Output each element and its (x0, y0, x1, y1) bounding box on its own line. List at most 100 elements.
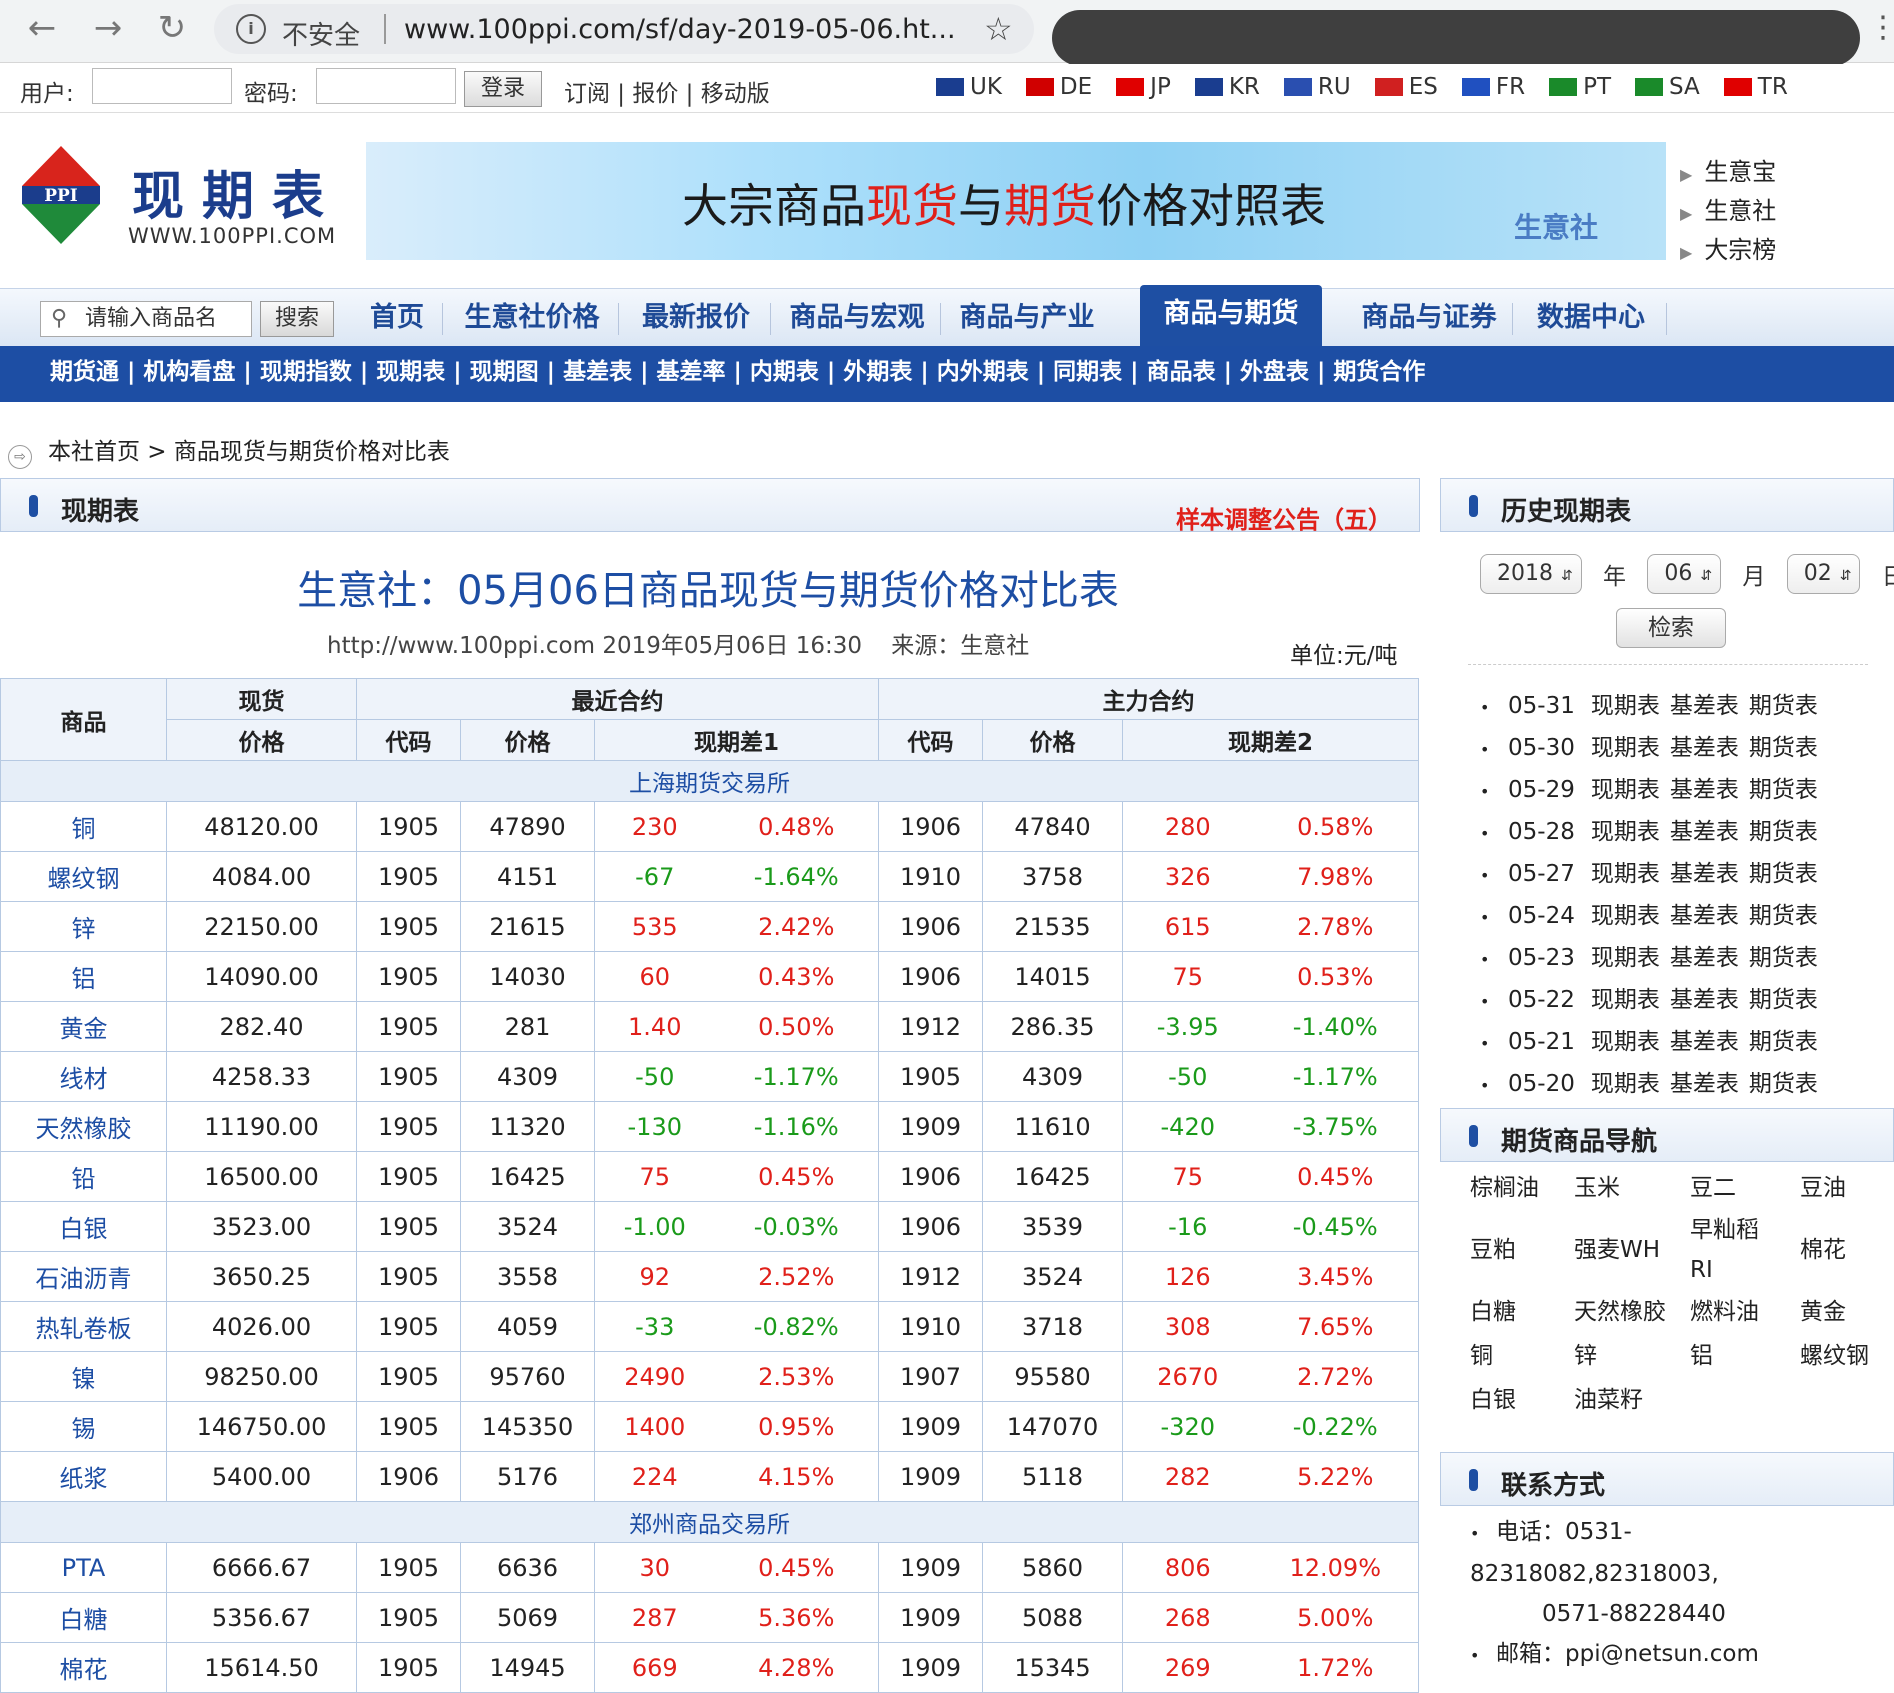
side-link[interactable]: ▶ 大宗榜 (1680, 232, 1776, 271)
email-link[interactable]: ppi@netsun.com (1565, 1641, 1759, 1667)
commodity-name[interactable]: 白糖 (0, 1592, 167, 1643)
history-link-basis[interactable]: 基差表 (1670, 777, 1739, 803)
history-link-futures[interactable]: 期货表 (1749, 777, 1818, 803)
search-button[interactable]: 搜索 (260, 301, 334, 337)
logo-title[interactable]: 现期表 (132, 154, 342, 229)
bookmark-star-icon[interactable]: ☆ (984, 10, 1013, 48)
history-link-futures[interactable]: 期货表 (1749, 1029, 1818, 1055)
flag-jp[interactable]: JP (1116, 74, 1171, 100)
flag-sa[interactable]: SA (1635, 74, 1700, 100)
history-link-basis[interactable]: 基差表 (1670, 903, 1739, 929)
month-select[interactable]: 06 ⇵ (1647, 554, 1722, 594)
history-link-spot[interactable]: 现期表 (1591, 903, 1660, 929)
history-link-spot[interactable]: 现期表 (1591, 819, 1660, 845)
notice-link[interactable]: 样本调整公告（五） (1176, 500, 1392, 535)
futures-nav-item[interactable]: 强麦WH (1574, 1230, 1684, 1270)
back-arrow-icon[interactable]: ← (20, 6, 64, 50)
url-text[interactable]: www.100ppi.com/sf/day-2019-05-06.ht... (404, 14, 956, 45)
history-link-basis[interactable]: 基差表 (1670, 861, 1739, 887)
history-link-basis[interactable]: 基差表 (1670, 1071, 1739, 1097)
futures-nav-item[interactable]: 白糖 (1470, 1292, 1570, 1332)
sub-nav-links[interactable]: 期货通 | 机构看盘 | 现期指数 | 现期表 | 现期图 | 基差表 | 基差… (50, 346, 1425, 398)
commodity-name[interactable]: 锌 (0, 901, 167, 952)
history-link-futures[interactable]: 期货表 (1749, 735, 1818, 761)
commodity-name[interactable]: 锡 (0, 1401, 167, 1452)
history-link-basis[interactable]: 基差表 (1670, 735, 1739, 761)
side-link[interactable]: ▶ 生意宝 (1680, 154, 1776, 193)
flag-fr[interactable]: FR (1461, 74, 1525, 100)
flag-kr[interactable]: KR (1194, 74, 1260, 100)
history-link-spot[interactable]: 现期表 (1591, 861, 1660, 887)
commodity-name[interactable]: 石油沥青 (0, 1251, 167, 1302)
history-link-futures[interactable]: 期货表 (1749, 693, 1818, 719)
commodity-name[interactable]: 棉花 (0, 1642, 167, 1693)
address-bar[interactable]: i 不安全 www.100ppi.com/sf/day-2019-05-06.h… (214, 4, 1034, 54)
commodity-name[interactable]: 铜 (0, 801, 167, 852)
futures-nav-item[interactable]: 黄金 (1800, 1292, 1894, 1332)
history-link-futures[interactable]: 期货表 (1749, 1071, 1818, 1097)
futures-nav-item[interactable]: 棕榈油 (1470, 1168, 1570, 1208)
futures-nav-item[interactable]: 锌 (1574, 1336, 1684, 1376)
breadcrumb-text[interactable]: 本社首页 > 商品现货与期货价格对比表 (48, 439, 450, 465)
futures-nav-item[interactable]: 棉花 (1800, 1230, 1894, 1270)
reload-icon[interactable]: ↻ (150, 6, 194, 50)
nav-item-macro[interactable]: 商品与宏观 (774, 289, 940, 347)
forward-arrow-icon[interactable]: → (86, 6, 130, 50)
nav-item-data[interactable]: 数据中心 (1516, 289, 1666, 347)
commodity-name[interactable]: 天然橡胶 (0, 1101, 167, 1152)
nav-item-latest[interactable]: 最新报价 (622, 289, 770, 347)
info-icon[interactable]: i (236, 14, 266, 44)
history-link-futures[interactable]: 期货表 (1749, 903, 1818, 929)
nav-item-securities[interactable]: 商品与证券 (1346, 289, 1512, 347)
commodity-name[interactable]: 白银 (0, 1201, 167, 1252)
futures-nav-item[interactable]: 铜 (1470, 1336, 1570, 1376)
nav-item-industry[interactable]: 商品与产业 (944, 289, 1110, 347)
login-button[interactable]: 登录 (464, 71, 542, 107)
search-input[interactable]: ⚲ 请输入商品名 (40, 301, 252, 337)
commodity-name[interactable]: 线材 (0, 1051, 167, 1102)
commodity-name[interactable]: 镍 (0, 1351, 167, 1402)
nav-item-prices[interactable]: 生意社价格 (446, 289, 618, 347)
history-link-spot[interactable]: 现期表 (1591, 1029, 1660, 1055)
flag-de[interactable]: DE (1025, 74, 1092, 100)
futures-nav-item[interactable]: 早籼稻RI (1690, 1210, 1760, 1290)
history-link-basis[interactable]: 基差表 (1670, 693, 1739, 719)
side-link[interactable]: ▶ 生意社 (1680, 193, 1776, 232)
history-link-spot[interactable]: 现期表 (1591, 1071, 1660, 1097)
history-link-basis[interactable]: 基差表 (1670, 1029, 1739, 1055)
history-link-spot[interactable]: 现期表 (1591, 987, 1660, 1013)
nav-item-home[interactable]: 首页 (352, 289, 442, 347)
flag-uk[interactable]: UK (936, 74, 1002, 100)
history-link-spot[interactable]: 现期表 (1591, 693, 1660, 719)
history-link-basis[interactable]: 基差表 (1670, 945, 1739, 971)
futures-nav-item[interactable]: 天然橡胶 (1574, 1292, 1684, 1332)
flag-es[interactable]: ES (1374, 74, 1438, 100)
commodity-name[interactable]: PTA (0, 1542, 167, 1593)
commodity-name[interactable]: 铝 (0, 951, 167, 1002)
commodity-name[interactable]: 黄金 (0, 1001, 167, 1052)
commodity-name[interactable]: 热轧卷板 (0, 1301, 167, 1352)
flag-tr[interactable]: TR (1723, 74, 1788, 100)
futures-nav-item[interactable]: 豆粕 (1470, 1230, 1570, 1270)
futures-nav-item[interactable]: 豆油 (1800, 1168, 1894, 1208)
nav-item-futures[interactable]: 商品与期货 (1140, 285, 1322, 347)
history-link-futures[interactable]: 期货表 (1749, 861, 1818, 887)
year-select[interactable]: 2018 ⇵ (1480, 554, 1582, 594)
futures-nav-item[interactable]: 燃料油 (1690, 1292, 1790, 1332)
history-link-futures[interactable]: 期货表 (1749, 945, 1818, 971)
history-link-spot[interactable]: 现期表 (1591, 945, 1660, 971)
password-input[interactable] (316, 68, 456, 104)
futures-nav-item[interactable]: 铝 (1690, 1336, 1790, 1376)
header-banner[interactable]: 大宗商品现货与期货价格对照表 生意社 (366, 142, 1666, 260)
futures-nav-item[interactable]: 螺纹钢 (1800, 1336, 1894, 1376)
futures-nav-item[interactable]: 白银 (1470, 1380, 1570, 1420)
futures-nav-item[interactable]: 油菜籽 (1574, 1380, 1684, 1420)
history-link-spot[interactable]: 现期表 (1591, 777, 1660, 803)
commodity-name[interactable]: 纸浆 (0, 1451, 167, 1502)
top-links[interactable]: 订阅 | 报价 | 移动版 (564, 74, 770, 108)
futures-nav-item[interactable]: 豆二 (1690, 1168, 1790, 1208)
more-menu-icon[interactable]: ⋮ (1868, 10, 1894, 45)
day-select[interactable]: 02 ⇵ (1786, 554, 1861, 594)
history-link-futures[interactable]: 期货表 (1749, 987, 1818, 1013)
commodity-name[interactable]: 螺纹钢 (0, 851, 167, 902)
